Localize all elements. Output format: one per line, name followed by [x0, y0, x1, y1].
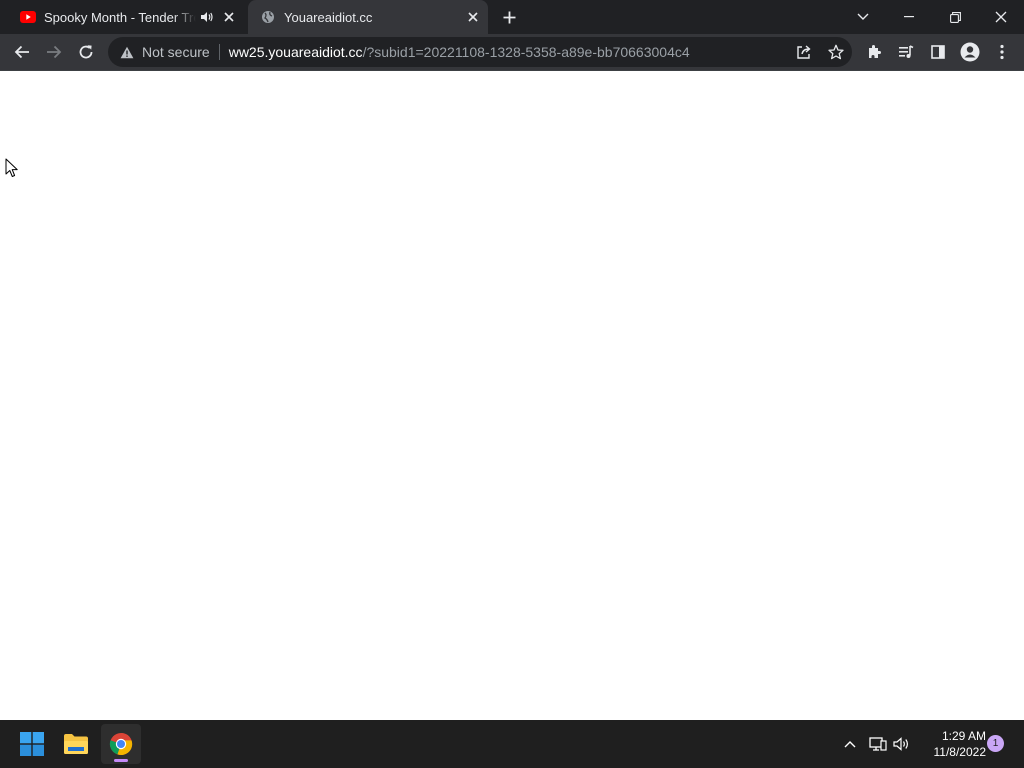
close-window-button[interactable]: [978, 0, 1024, 34]
url-text[interactable]: ww25.youareaidiot.cc/?subid1=20221108-13…: [229, 44, 690, 60]
notification-badge[interactable]: 1: [987, 735, 1004, 752]
minimize-button[interactable]: [886, 0, 932, 34]
tab-title: Spooky Month - Tender Treat: [44, 9, 196, 25]
new-tab-button[interactable]: [497, 6, 521, 28]
extensions-icon[interactable]: [860, 38, 888, 66]
divider: [218, 44, 220, 60]
reload-button[interactable]: [72, 38, 100, 66]
start-button[interactable]: [12, 724, 52, 764]
url-path: /?subid1=20221108-1328-5358-a89e-bb70663…: [362, 44, 690, 60]
clock-time: 1:29 AM: [941, 729, 986, 743]
url-host: ww25.youareaidiot.cc: [228, 44, 363, 60]
tab-title: Youareaidiot.cc: [284, 9, 373, 25]
tab-search-button[interactable]: [840, 0, 886, 34]
page-content[interactable]: [0, 71, 1024, 720]
speaker-icon[interactable]: [196, 6, 218, 28]
media-controls-icon[interactable]: [892, 38, 920, 66]
running-indicator: [114, 759, 128, 762]
menu-kebab-icon[interactable]: [988, 38, 1016, 66]
close-icon[interactable]: [218, 6, 240, 28]
volume-icon[interactable]: [890, 720, 914, 768]
tab-youareaidiot[interactable]: Youareaidiot.cc: [248, 0, 488, 34]
bookmark-star-icon[interactable]: [820, 37, 852, 67]
network-icon[interactable]: [866, 720, 890, 768]
warning-icon[interactable]: [118, 43, 136, 61]
back-button[interactable]: [8, 38, 36, 66]
close-icon[interactable]: [462, 6, 484, 28]
file-explorer-icon[interactable]: [56, 724, 96, 764]
restore-button[interactable]: [932, 0, 978, 34]
side-panel-icon[interactable]: [924, 38, 952, 66]
address-bar[interactable]: Not secure ww25.youareaidiot.cc/?subid1=…: [108, 37, 852, 67]
mouse-cursor-icon: [5, 158, 19, 184]
taskbar: 1:29 AM 11/8/2022: [0, 720, 1024, 768]
toolbar: Not secure ww25.youareaidiot.cc/?subid1=…: [0, 34, 1024, 70]
chrome-app-icon[interactable]: [101, 724, 141, 764]
globe-icon: [260, 9, 276, 25]
share-icon[interactable]: [788, 37, 820, 67]
security-status-label[interactable]: Not secure: [142, 44, 210, 60]
chevron-up-icon[interactable]: [838, 720, 862, 768]
tab-youtube[interactable]: Spooky Month - Tender Treat: [8, 0, 244, 34]
clock[interactable]: 1:29 AM 11/8/2022: [916, 728, 987, 760]
youtube-icon: [20, 9, 36, 25]
profile-icon[interactable]: [956, 38, 984, 66]
clock-date: 11/8/2022: [933, 745, 987, 759]
browser-window: Spooky Month - Tender Treat Youareaidiot…: [0, 0, 1024, 720]
forward-button[interactable]: [40, 38, 68, 66]
tab-strip: Spooky Month - Tender Treat Youareaidiot…: [0, 0, 1024, 34]
